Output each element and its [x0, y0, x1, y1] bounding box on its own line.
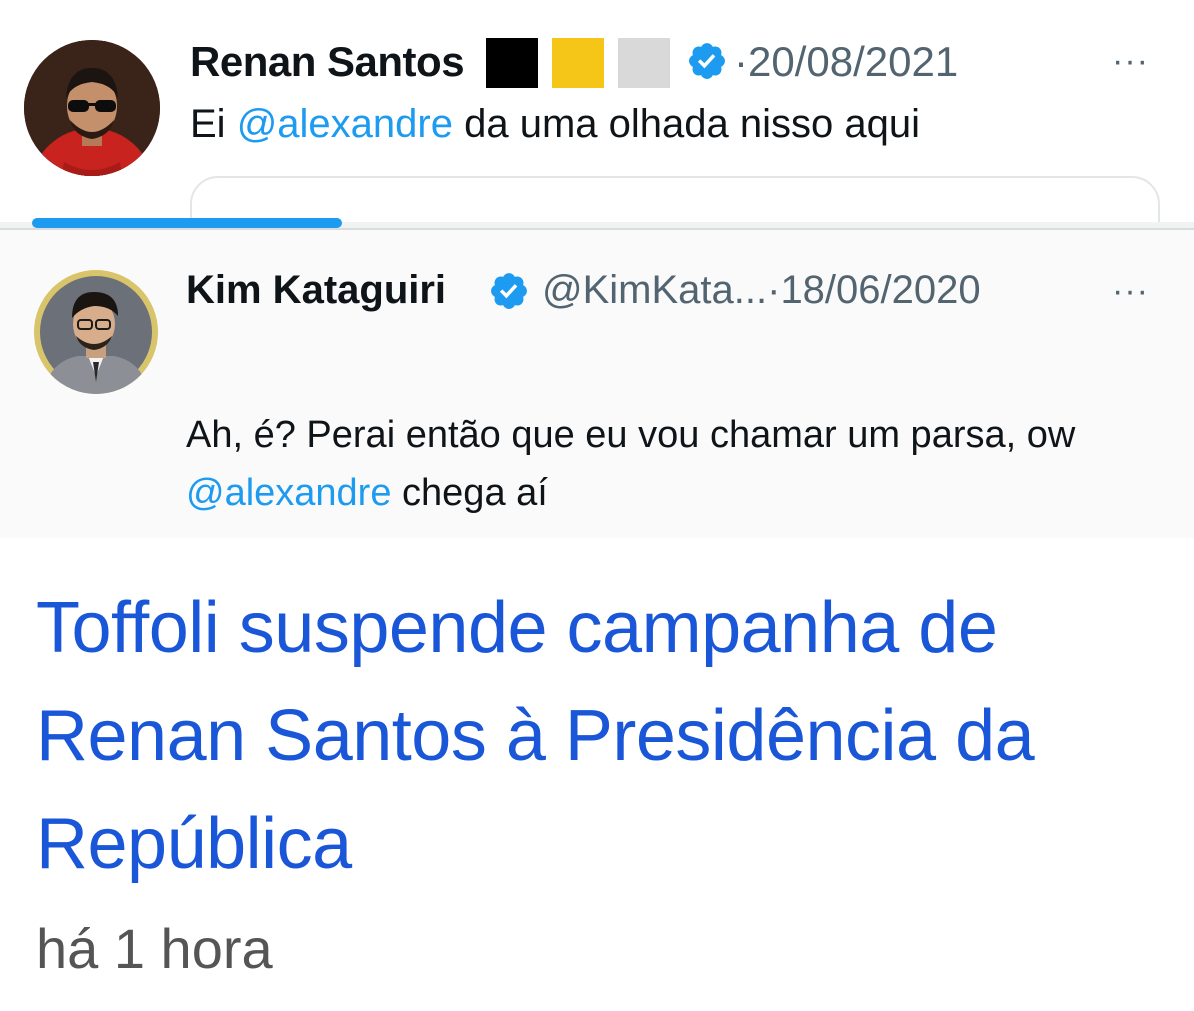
more-options-icon[interactable]: ···: [1112, 42, 1149, 81]
verified-badge-icon: [488, 270, 530, 312]
tweet-text: Ah, é? Perai então que eu vou chamar um …: [186, 406, 1146, 522]
black-square-emoji: [486, 38, 538, 88]
tweet-text: Ei @alexandre da uma olhada nisso aqui: [190, 102, 920, 147]
tweet-text-suffix: chega aí: [391, 472, 548, 514]
tweet-renan-santos[interactable]: Renan Santos ·20/08/2021 ··· Ei @alexand…: [0, 0, 1194, 228]
mention-link[interactable]: @alexandre: [237, 102, 453, 146]
verified-badge-icon: [686, 40, 728, 82]
tweet-date[interactable]: ·20/08/2021: [734, 38, 958, 86]
avatar-renan-santos[interactable]: [24, 40, 160, 176]
tweet-text-suffix: da uma olhada nisso aqui: [452, 102, 920, 146]
news-headline[interactable]: Toffoli suspende campanha de Renan Santo…: [36, 574, 1176, 898]
news-timestamp: há 1 hora: [36, 917, 273, 980]
handle-and-date[interactable]: @KimKata...·18/06/2020: [542, 268, 981, 313]
author-name[interactable]: Kim Kataguiri: [186, 268, 446, 313]
tweet-kim-kataguiri[interactable]: Kim Kataguiri @KimKata...·18/06/2020 ···…: [0, 228, 1194, 538]
white-square-emoji: [618, 38, 670, 88]
tweet-text-prefix: Ah, é? Perai então que eu vou chamar um …: [186, 414, 1076, 456]
video-progress-fill: [32, 218, 342, 228]
yellow-square-emoji: [552, 38, 604, 88]
avatar-kim-kataguiri[interactable]: [34, 270, 158, 394]
tweet-text-prefix: Ei: [190, 102, 237, 146]
mention-link[interactable]: @alexandre: [186, 472, 391, 514]
more-options-icon[interactable]: ···: [1112, 272, 1149, 311]
author-name[interactable]: Renan Santos: [190, 38, 465, 86]
